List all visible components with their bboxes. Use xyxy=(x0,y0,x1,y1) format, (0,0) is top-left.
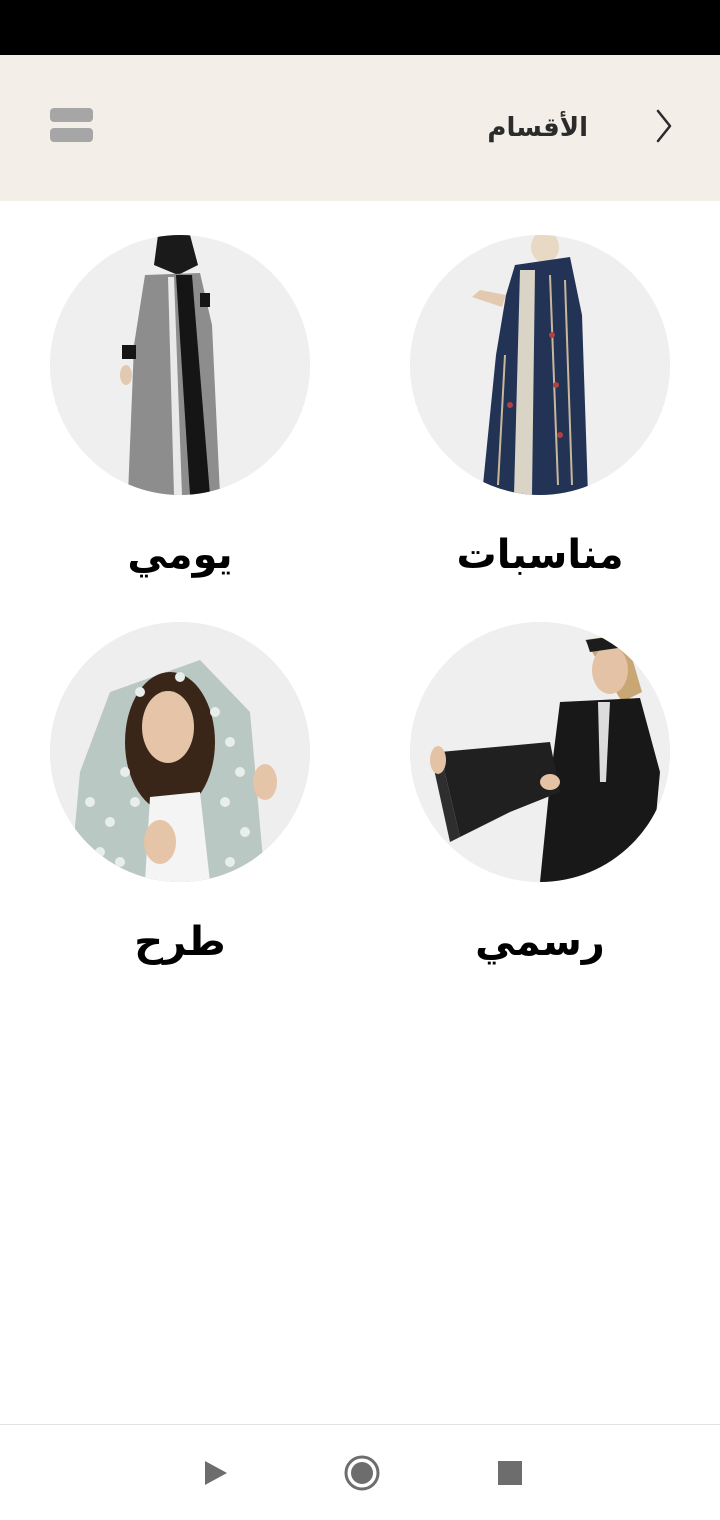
category-label: يومي xyxy=(127,532,233,578)
system-nav-bar xyxy=(0,1424,720,1520)
category-scarves[interactable]: طرح xyxy=(50,622,310,982)
category-label: طرح xyxy=(134,919,226,965)
page-title: الأقسام xyxy=(487,113,588,143)
category-image xyxy=(410,622,670,882)
menu-icon[interactable] xyxy=(50,108,93,142)
category-image xyxy=(50,235,310,495)
category-formal[interactable]: رسمي xyxy=(410,622,670,982)
square-recents-icon[interactable] xyxy=(490,1453,530,1493)
category-image xyxy=(410,235,670,495)
triangle-back-icon[interactable] xyxy=(196,1453,236,1493)
category-image xyxy=(50,622,310,882)
app-header xyxy=(0,55,720,201)
chevron-right-icon[interactable] xyxy=(648,108,678,144)
status-bar xyxy=(0,0,720,55)
category-label: مناسبات xyxy=(456,532,624,578)
category-occasions[interactable]: مناسبات xyxy=(410,235,670,595)
category-daily[interactable]: يومي xyxy=(50,235,310,595)
circle-home-icon[interactable] xyxy=(342,1453,382,1493)
category-label: رسمي xyxy=(475,919,605,965)
